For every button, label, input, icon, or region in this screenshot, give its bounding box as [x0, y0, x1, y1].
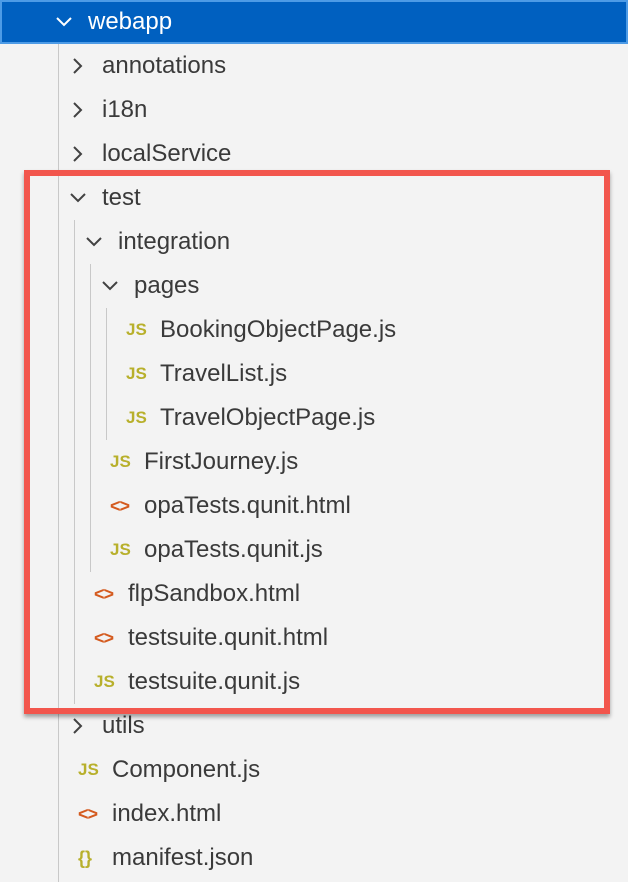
tree-item-label: opaTests.qunit.js	[144, 536, 323, 563]
js-file-icon: JS	[110, 540, 131, 559]
js-file-icon: JS	[94, 672, 115, 691]
tree-item-label: webapp	[88, 8, 173, 35]
html-file-icon: <>	[94, 583, 114, 604]
chevron-down-icon[interactable]	[52, 10, 76, 34]
tree-item-component-js[interactable]: JS Component.js	[0, 748, 628, 792]
chevron-down-icon[interactable]	[66, 186, 90, 210]
tree-item-label: index.html	[112, 800, 222, 827]
tree-item-label: testsuite.qunit.html	[128, 624, 329, 651]
tree-item-label: integration	[118, 228, 231, 255]
tree-item-label: FirstJourney.js	[144, 448, 299, 475]
tree-item-manifest-json[interactable]: {} manifest.json	[0, 836, 628, 880]
tree-item-bookingobjectpage-js[interactable]: JS BookingObjectPage.js	[0, 308, 628, 352]
tree-item-label: annotations	[102, 52, 227, 79]
tree-item-pages[interactable]: pages	[0, 264, 628, 308]
tree-item-label: testsuite.qunit.js	[128, 668, 301, 695]
chevron-right-icon[interactable]	[66, 54, 90, 78]
tree-item-firstjourney-js[interactable]: JS FirstJourney.js	[0, 440, 628, 484]
tree-item-label: BookingObjectPage.js	[160, 316, 397, 343]
js-file-icon: JS	[126, 408, 147, 427]
tree-item-label: flpSandbox.html	[128, 580, 301, 607]
tree-item-label: opaTests.qunit.html	[144, 492, 351, 519]
file-explorer: webapp annotations i18n localService test int…	[0, 0, 628, 882]
tree-item-travelobjectpage-js[interactable]: JS TravelObjectPage.js	[0, 396, 628, 440]
tree-item-testsuite-qunit-html[interactable]: <> testsuite.qunit.html	[0, 616, 628, 660]
html-file-icon: <>	[94, 627, 114, 648]
js-file-icon: JS	[126, 364, 147, 383]
tree-item-label: TravelObjectPage.js	[160, 404, 376, 431]
tree-item-label: Component.js	[112, 756, 261, 783]
tree-item-label: utils	[102, 712, 145, 739]
tree-item-test[interactable]: test	[0, 176, 628, 220]
tree-item-integration[interactable]: integration	[0, 220, 628, 264]
tree-item-label: TravelList.js	[160, 360, 288, 387]
tree-item-label: manifest.json	[112, 844, 254, 871]
tree-item-webapp[interactable]: webapp	[0, 0, 628, 44]
tree-item-label: localService	[102, 140, 232, 167]
tree-item-label: test	[102, 184, 141, 211]
tree-item-label: pages	[134, 272, 200, 299]
tree-item-testsuite-qunit-js[interactable]: JS testsuite.qunit.js	[0, 660, 628, 704]
tree-item-localservice[interactable]: localService	[0, 132, 628, 176]
tree-item-opatests-qunit-html[interactable]: <> opaTests.qunit.html	[0, 484, 628, 528]
chevron-right-icon[interactable]	[66, 142, 90, 166]
chevron-down-icon[interactable]	[98, 274, 122, 298]
html-file-icon: <>	[78, 803, 98, 824]
tree-item-travellist-js[interactable]: JS TravelList.js	[0, 352, 628, 396]
json-file-icon: {}	[78, 847, 93, 868]
tree-item-annotations[interactable]: annotations	[0, 44, 628, 88]
tree-item-utils[interactable]: utils	[0, 704, 628, 748]
js-file-icon: JS	[110, 452, 131, 471]
js-file-icon: JS	[78, 760, 99, 779]
tree-item-index-html[interactable]: <> index.html	[0, 792, 628, 836]
tree-item-flpsandbox-html[interactable]: <> flpSandbox.html	[0, 572, 628, 616]
chevron-right-icon[interactable]	[66, 98, 90, 122]
tree-item-i18n[interactable]: i18n	[0, 88, 628, 132]
tree-item-opatests-qunit-js[interactable]: JS opaTests.qunit.js	[0, 528, 628, 572]
chevron-down-icon[interactable]	[82, 230, 106, 254]
tree-item-label: i18n	[102, 96, 148, 123]
chevron-right-icon[interactable]	[66, 714, 90, 738]
js-file-icon: JS	[126, 320, 147, 339]
html-file-icon: <>	[110, 495, 130, 516]
